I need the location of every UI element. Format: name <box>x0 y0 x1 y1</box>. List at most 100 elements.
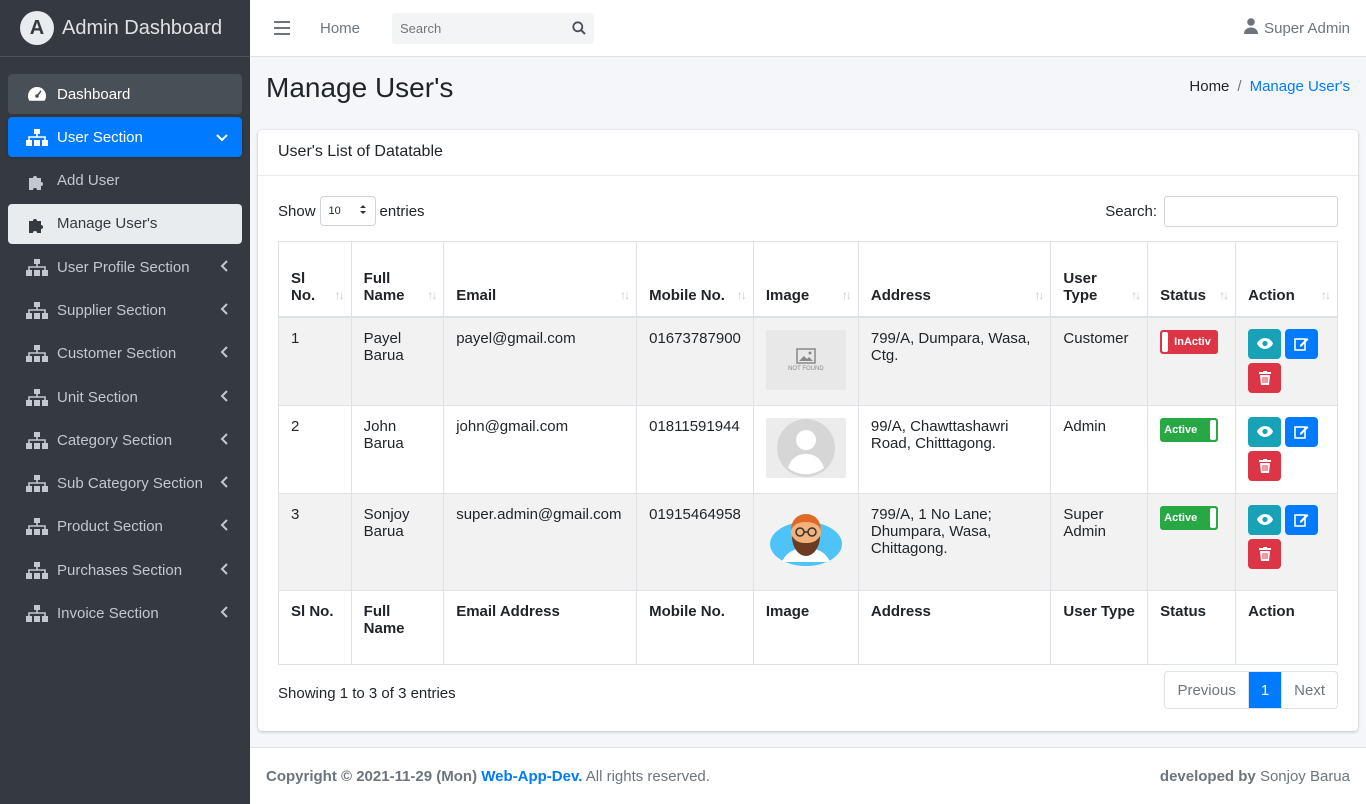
table-search-input[interactable] <box>1164 196 1338 227</box>
sidebar-item-label: Manage User's <box>57 215 158 233</box>
column-header-email[interactable]: Email ↑↓ <box>443 241 638 318</box>
status-badge[interactable]: Active <box>1160 417 1219 442</box>
delete-button[interactable] <box>1248 538 1282 569</box>
footer-cell: Mobile No. <box>636 589 754 665</box>
sidebar-item-manage-users[interactable]: Manage User's <box>8 203 242 244</box>
chevron-left-icon <box>220 606 228 621</box>
sitemap-icon <box>26 128 48 146</box>
chevron-left-icon <box>220 433 228 448</box>
header-label: Address <box>870 286 931 304</box>
column-header-action[interactable]: Action ↑↓ <box>1235 241 1338 318</box>
sidebar-item-label: Purchases Section <box>57 561 183 579</box>
sidebar-item-invoice-section[interactable]: Invoice Section <box>8 594 242 634</box>
header-label: Mobile No. <box>649 286 725 304</box>
cell-email: john@gmail.com <box>443 404 638 494</box>
sidebar-item-add-user[interactable]: Add User <box>8 161 242 201</box>
chevron-left-icon <box>220 476 228 491</box>
previous-button[interactable]: Previous <box>1165 672 1249 708</box>
sidebar-item-dashboard[interactable]: Dashboard <box>8 74 242 114</box>
sort-icon: ↑↓ <box>427 287 437 302</box>
entries-select[interactable]: 10 <box>319 196 376 226</box>
cell-user-type: Admin <box>1050 404 1149 494</box>
status-badge[interactable]: Active <box>1160 505 1219 530</box>
cell-name: Sonjoy Barua <box>350 492 445 591</box>
cell-name: John Barua <box>350 404 445 494</box>
view-button[interactable] <box>1248 328 1282 359</box>
column-header-sl[interactable]: Sl No. ↑↓ <box>278 241 352 318</box>
brand-link[interactable]: A Admin Dashboard <box>0 0 250 57</box>
table-row: 1 Payel Barua payel@gmail.com 0167378790… <box>278 316 1338 406</box>
sidebar-item-label: User Profile Section <box>57 258 190 276</box>
cell-mobile: 01915464958 <box>636 492 754 591</box>
sitemap-icon <box>26 431 48 449</box>
user-icon <box>1244 18 1259 38</box>
footer-cell: Status <box>1147 589 1237 665</box>
column-header-address[interactable]: Address ↑↓ <box>857 241 1052 318</box>
column-header-mobile[interactable]: Mobile No. ↑↓ <box>636 241 754 318</box>
brand-logo-letter: A <box>29 16 45 39</box>
view-button[interactable] <box>1248 504 1282 535</box>
view-button[interactable] <box>1248 416 1282 447</box>
sidebar-item-label: Add User <box>57 172 120 190</box>
sidebar-item-label: Unit Section <box>57 388 138 406</box>
cell-sl: 1 <box>278 316 352 406</box>
sitemap-icon <box>26 258 48 276</box>
delete-button[interactable] <box>1248 362 1282 393</box>
breadcrumb-home[interactable]: Home <box>1189 78 1229 95</box>
cell-sl: 2 <box>278 404 352 494</box>
user-menu[interactable]: Super Admin <box>1244 18 1350 38</box>
brand-logo: A <box>20 11 54 45</box>
sitemap-icon <box>26 388 48 406</box>
edit-button[interactable] <box>1285 328 1319 359</box>
sidebar-item-label: Supplier Section <box>57 301 167 319</box>
sort-icon: ↑↓ <box>1321 287 1331 302</box>
footer-link[interactable]: Web-App-Dev. <box>481 768 582 785</box>
sidebar-item-user-profile-section[interactable]: User Profile Section <box>8 247 242 287</box>
edit-button[interactable] <box>1285 416 1319 447</box>
top-home-link[interactable]: Home <box>320 20 360 37</box>
cell-user-type: Customer <box>1050 316 1149 406</box>
sidebar-item-user-section[interactable]: User Section <box>8 117 242 158</box>
sidebar-item-label: Customer Section <box>57 345 177 363</box>
trash-icon <box>1258 458 1271 473</box>
column-header-user-type[interactable]: User Type ↑↓ <box>1050 241 1149 318</box>
developed-by-label: developed by <box>1159 767 1256 785</box>
table-search-label: Search: <box>1105 203 1157 220</box>
cell-status: Active <box>1147 492 1237 591</box>
edit-button[interactable] <box>1285 504 1319 535</box>
sidebar-item-unit-section[interactable]: Unit Section <box>8 377 242 417</box>
next-button[interactable]: Next <box>1281 672 1337 708</box>
show-entries: Show 10 entries <box>278 196 425 226</box>
column-header-status[interactable]: Status ↑↓ <box>1147 241 1237 318</box>
sidebar-item-category-section[interactable]: Category Section <box>8 420 242 460</box>
sidebar-item-purchases-section[interactable]: Purchases Section <box>8 550 242 590</box>
cell-status: Active <box>1147 404 1237 494</box>
sidebar-item-sub-category-section[interactable]: Sub Category Section <box>8 464 242 504</box>
search-icon[interactable] <box>564 21 594 35</box>
sidebar-item-supplier-section[interactable]: Supplier Section <box>8 290 242 330</box>
cell-address: 799/A, Dumpara, Wasa, Ctg. <box>857 316 1052 406</box>
rights-text: All rights reserved. <box>585 767 710 785</box>
sitemap-icon <box>26 518 48 536</box>
user-name: Super Admin <box>1264 19 1350 37</box>
trash-icon <box>1258 546 1271 561</box>
sidebar-item-product-section[interactable]: Product Section <box>8 507 242 547</box>
sidebar-nav: Dashboard User Section Add User Manage U… <box>0 57 250 634</box>
sidebar-item-customer-section[interactable]: Customer Section <box>8 334 242 374</box>
edit-icon <box>1294 426 1309 439</box>
tachometer-icon <box>26 85 48 103</box>
page-1-button[interactable]: 1 <box>1248 672 1282 708</box>
chevron-left-icon <box>220 346 228 361</box>
column-header-name[interactable]: Full Name ↑↓ <box>350 241 445 318</box>
table-header-row: Sl No. ↑↓ Full Name ↑↓ Email ↑↓ Mobile No. ↑… <box>278 241 1338 318</box>
delete-button[interactable] <box>1248 450 1282 481</box>
status-badge[interactable]: InActiv <box>1160 329 1219 354</box>
header-label: Image <box>765 286 810 304</box>
chevron-left-icon <box>220 563 228 578</box>
column-header-image[interactable]: Image ↑↓ <box>752 241 859 318</box>
puzzle-icon <box>26 215 48 233</box>
cell-address: 799/A, 1 No Lane; Dhumpara, Wasa, Chitta… <box>857 492 1052 591</box>
hamburger-menu-icon[interactable] <box>274 21 290 35</box>
sitemap-icon <box>26 345 48 363</box>
navbar-search-input[interactable] <box>392 20 565 36</box>
